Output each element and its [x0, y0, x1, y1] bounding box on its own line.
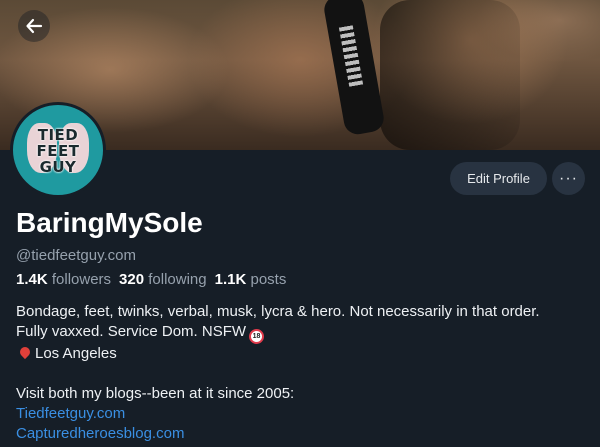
following-stat[interactable]: 320 following — [119, 271, 207, 288]
banner-shadow — [380, 0, 520, 150]
bio-status-text: Fully vaxxed. Service Dom. NSFW — [16, 323, 247, 340]
followers-label: followers — [51, 271, 112, 288]
round-pushpin-icon — [17, 344, 33, 360]
posts-label: posts — [250, 271, 287, 288]
back-button[interactable] — [18, 10, 50, 42]
avatar[interactable]: TIED FEET GUY — [10, 102, 106, 198]
following-label: following — [148, 271, 207, 288]
link-tiedfeetguy[interactable]: Tiedfeetguy.com — [16, 404, 591, 424]
bio-line-status: Fully vaxxed. Service Dom. NSFW 18 — [16, 322, 591, 344]
posts-count: 1.1K — [214, 271, 247, 288]
edit-profile-button[interactable]: Edit Profile — [450, 162, 547, 195]
posts-stat: 1.1K posts — [215, 271, 287, 288]
bio-location: Los Angeles — [16, 344, 591, 364]
no-one-under-eighteen-icon: 18 — [249, 329, 265, 344]
bio-line-interests: Bondage, feet, twinks, verbal, musk, lyc… — [16, 303, 540, 320]
location-text: Los Angeles — [35, 345, 117, 362]
bio-line-blogs: Visit both my blogs--been at it since 20… — [16, 385, 295, 402]
followers-count: 1.4K — [16, 271, 48, 288]
following-count: 320 — [119, 271, 145, 288]
profile-stats: 1.4K followers 320 following 1.1K posts — [16, 271, 286, 288]
more-icon: ··· — [559, 169, 578, 187]
display-name: BaringMySole — [16, 207, 203, 238]
more-options-button[interactable]: ··· — [552, 162, 585, 195]
link-capturedheroesblog[interactable]: Capturedheroesblog.com — [16, 424, 591, 444]
handle: @tiedfeetguy.com — [16, 247, 137, 264]
avatar-logo-text: TIED FEET GUY — [36, 126, 80, 176]
bio-spacer — [16, 364, 591, 384]
followers-stat[interactable]: 1.4K followers — [16, 271, 111, 288]
arrow-left-icon — [26, 18, 43, 34]
profile-bio: Bondage, feet, twinks, verbal, musk, lyc… — [16, 302, 591, 444]
